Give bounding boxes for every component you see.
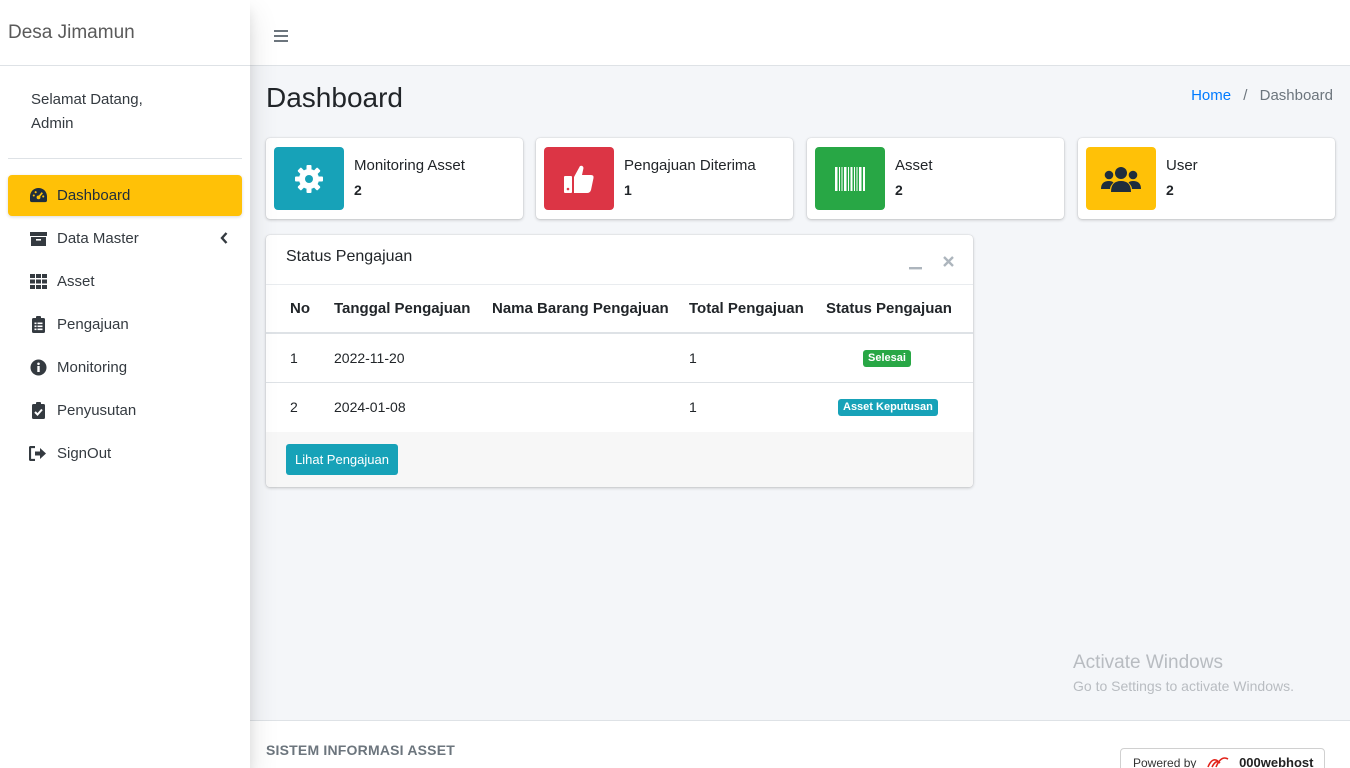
collapse-icon[interactable] <box>909 257 922 275</box>
column-header-nama-barang: Nama Barang Pengajuan <box>492 285 689 334</box>
column-header-total: Total Pengajuan <box>689 285 826 334</box>
sidebar-item-label: Pengajuan <box>57 316 129 333</box>
watermark-title: Activate Windows <box>1073 652 1223 673</box>
grid-icon <box>28 272 48 292</box>
page-footer: SISTEM INFORMASI ASSET Powered by 000web… <box>250 720 1350 768</box>
sidebar-item-data-master[interactable]: Data Master <box>8 218 242 259</box>
breadcrumb: Home / Dashboard <box>1191 87 1333 104</box>
sidebar-nav: Dashboard Data Master Asset Pengajuan Mo… <box>0 159 250 474</box>
sidebar-item-monitoring[interactable]: Monitoring <box>8 347 242 388</box>
clipboard-check-icon <box>28 401 48 421</box>
status-table: No Tanggal Pengajuan Nama Barang Pengaju… <box>266 285 973 431</box>
cell-total: 1 <box>689 333 826 383</box>
info-box-monitoring-asset: Monitoring Asset 2 <box>266 138 523 219</box>
lihat-pengajuan-button[interactable]: Lihat Pengajuan <box>286 444 398 475</box>
info-box-label: Monitoring Asset <box>354 157 465 174</box>
info-box-value: 2 <box>354 182 362 198</box>
info-box-value: 1 <box>624 182 632 198</box>
cell-status: Asset Keputusan <box>826 382 973 431</box>
top-navbar <box>250 0 1350 66</box>
sidebar-item-label: Dashboard <box>57 187 131 204</box>
windows-activation-watermark: Activate Windows Go to Settings to activ… <box>1073 652 1294 694</box>
user-panel: Selamat Datang, Admin <box>8 66 242 159</box>
archive-icon <box>28 229 48 249</box>
powered-by-label: Powered by <box>1133 756 1197 768</box>
tachometer-icon <box>28 186 48 206</box>
webhost-logo-icon <box>1200 756 1233 768</box>
sidebar-item-label: Monitoring <box>57 359 128 376</box>
cell-tanggal: 2024-01-08 <box>334 398 406 415</box>
sidebar: Desa Jimamun Selamat Datang, Admin Dashb… <box>0 0 250 768</box>
sidebar-item-pengajuan[interactable]: Pengajuan <box>8 304 242 345</box>
cell-nama-barang <box>492 333 689 383</box>
cell-total: 1 <box>689 398 697 415</box>
clipboard-list-icon <box>28 315 48 335</box>
column-header-tanggal: Tanggal Pengajuan <box>334 285 492 334</box>
info-box-value: 2 <box>895 182 903 198</box>
sidebar-item-signout[interactable]: SignOut <box>8 433 242 474</box>
info-box-label: Pengajuan Diterima <box>624 157 756 174</box>
footer-text: SISTEM INFORMASI ASSET <box>266 742 456 758</box>
sidebar-item-penyusutan[interactable]: Penyusutan <box>8 390 242 431</box>
column-header-status: Status Pengajuan <box>826 285 973 334</box>
info-box-pengajuan-diterima: Pengajuan Diterima 1 <box>536 138 793 219</box>
sidebar-item-label: Data Master <box>57 230 139 247</box>
chevron-left-icon <box>220 231 228 248</box>
info-box-label: User <box>1166 157 1198 174</box>
sidebar-item-label: SignOut <box>57 445 112 462</box>
user-name: Admin <box>31 115 74 132</box>
info-box-user: User 2 <box>1078 138 1335 219</box>
info-box-label: Asset <box>895 157 933 174</box>
sidebar-item-label: Penyusutan <box>57 402 137 419</box>
brand-link[interactable]: Desa Jimamun <box>0 0 250 66</box>
sidebar-item-label: Asset <box>57 273 95 290</box>
close-icon[interactable] <box>943 254 954 272</box>
cell-status: Selesai <box>826 333 973 383</box>
welcome-text: Selamat Datang, <box>31 91 143 108</box>
status-badge: Asset Keputusan <box>838 399 938 417</box>
barcode-icon <box>815 147 885 210</box>
menu-toggle-icon[interactable] <box>274 30 288 45</box>
watermark-subtitle: Go to Settings to activate Windows. <box>1073 678 1294 694</box>
status-pengajuan-card: Status Pengajuan No Tanggal Pengajuan Na… <box>266 235 973 487</box>
sign-out-icon <box>28 444 48 464</box>
thumbs-up-icon <box>544 147 614 210</box>
card-footer: Lihat Pengajuan <box>266 432 973 487</box>
cell-nama-barang <box>492 382 689 431</box>
card-header: Status Pengajuan <box>266 235 973 285</box>
cell-tanggal: 2022-11-20 <box>334 333 492 383</box>
sidebar-item-asset[interactable]: Asset <box>8 261 242 302</box>
column-header-no: No <box>266 285 334 334</box>
table-row: 1 2022-11-20 1 Selesai <box>266 333 973 383</box>
info-box-asset: Asset 2 <box>807 138 1064 219</box>
powered-by-badge[interactable]: Powered by 000webhost <box>1120 748 1325 768</box>
table-header-row: No Tanggal Pengajuan Nama Barang Pengaju… <box>266 285 973 334</box>
page-title: Dashboard <box>266 82 403 113</box>
cell-no: 2 <box>290 398 298 415</box>
card-title: Status Pengajuan <box>286 248 413 265</box>
breadcrumb-separator: / <box>1243 87 1248 104</box>
sidebar-item-dashboard[interactable]: Dashboard <box>8 175 242 216</box>
breadcrumb-home-link[interactable]: Home <box>1191 87 1231 104</box>
cell-no: 1 <box>266 333 334 383</box>
powered-by-brand: 000webhost <box>1239 755 1314 768</box>
users-icon <box>1086 147 1156 210</box>
status-badge: Selesai <box>863 350 911 368</box>
info-circle-icon <box>28 358 48 378</box>
table-row: 2 2024-01-08 1 Asset Keputusan <box>266 382 973 431</box>
gear-icon <box>274 147 344 210</box>
breadcrumb-current: Dashboard <box>1259 87 1333 104</box>
info-box-value: 2 <box>1166 182 1174 198</box>
